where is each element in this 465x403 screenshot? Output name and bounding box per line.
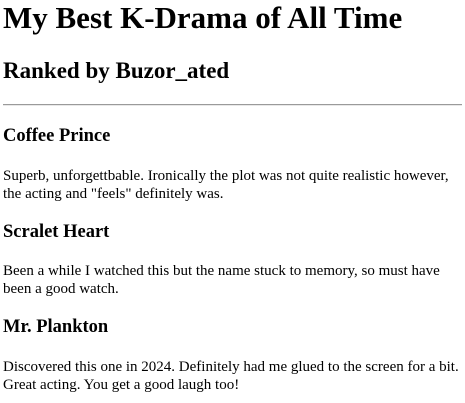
drama-title: Mr. Plankton [3, 317, 109, 337]
drama-review: Been a while I watched this but the name… [3, 263, 440, 297]
horizontal-rule [3, 104, 462, 106]
drama-title: Coffee Prince [3, 126, 111, 146]
page-title: My Best K-Drama of All Time [3, 0, 403, 35]
drama-review: Superb, unforgettbable. Ironically the p… [3, 168, 449, 202]
drama-title: Scralet Heart [3, 222, 110, 242]
page-subtitle: Ranked by Buzor_ated [3, 58, 230, 83]
drama-review: Discovered this one in 2024. Definitely … [3, 359, 459, 393]
page: My Best K-Drama of All Time Ranked by Bu… [0, 0, 465, 403]
